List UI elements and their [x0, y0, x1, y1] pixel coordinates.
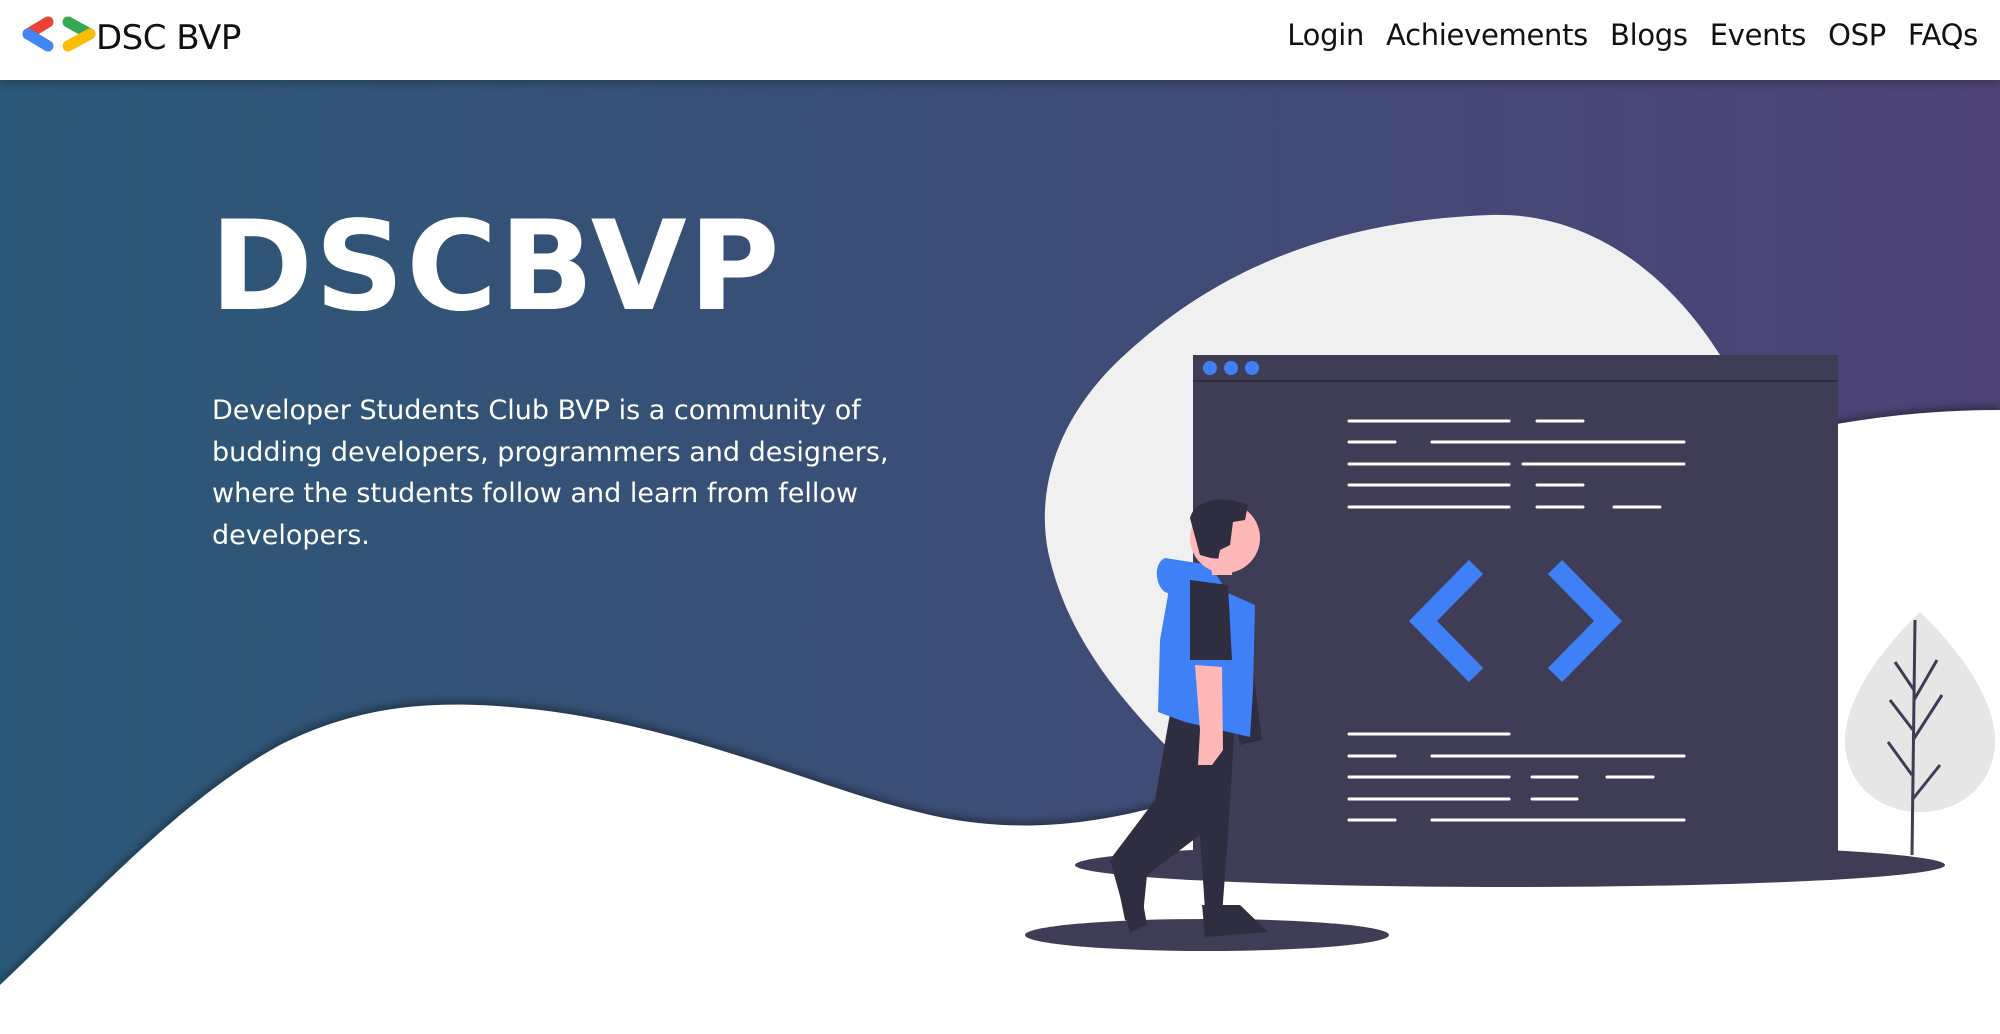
hero-title: DSCBVP: [210, 195, 782, 339]
code-window: [1193, 355, 1838, 865]
navbar: DSC BVP Login Achievements Blogs Events …: [0, 0, 2000, 80]
nav-link-faqs[interactable]: FAQs: [1908, 18, 1978, 52]
nav-link-achievements[interactable]: Achievements: [1386, 18, 1588, 52]
brand-link[interactable]: DSC BVP: [20, 10, 241, 66]
nav-link-osp[interactable]: OSP: [1828, 18, 1886, 52]
tree: [1845, 612, 1995, 856]
nav-link-blogs[interactable]: Blogs: [1610, 18, 1688, 52]
nav-link-login[interactable]: Login: [1287, 18, 1364, 52]
hero-description: Developer Students Club BVP is a communi…: [212, 395, 889, 551]
dsc-logo-icon: [22, 16, 96, 52]
nav-link-events[interactable]: Events: [1710, 18, 1807, 52]
page: DSCBVP Developer Students Club BVP is a …: [0, 0, 2000, 1034]
brand-name: DSC BVP: [96, 18, 241, 58]
nav-links: Login Achievements Blogs Events OSP FAQs: [1265, 0, 1978, 70]
